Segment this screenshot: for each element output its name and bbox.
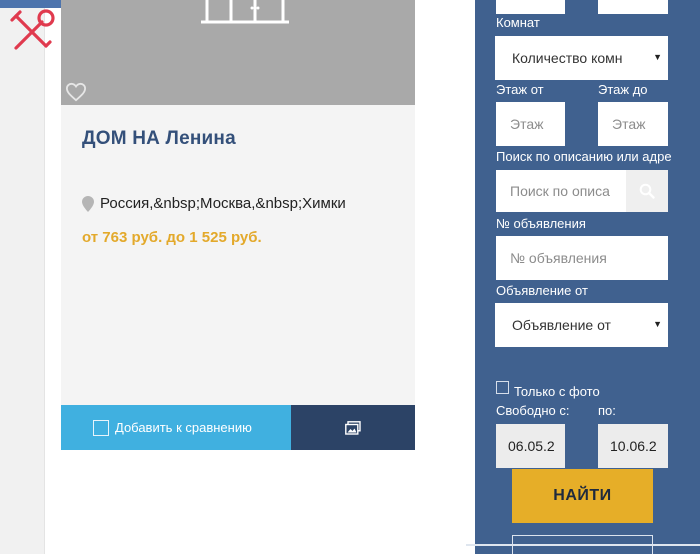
ad-from-select[interactable]: Объявление от ▼: [495, 303, 668, 347]
listing-location: Россия,&nbsp;Москва,&nbsp;Химки: [82, 195, 346, 212]
chevron-down-icon: ▼: [653, 52, 662, 62]
left-strip: [0, 0, 45, 554]
listing-title[interactable]: ДОМ НА Ленина: [82, 128, 236, 150]
search-icon: [639, 183, 655, 199]
photo-only-checkbox[interactable]: [496, 381, 509, 394]
add-to-compare-button[interactable]: Добавить к сравнению: [61, 405, 291, 450]
floor-from-placeholder: Этаж: [510, 116, 544, 132]
location-text: Россия,&nbsp;Москва,&nbsp;Химки: [100, 195, 346, 212]
floor-to-placeholder: Этаж: [612, 116, 646, 132]
ad-number-input[interactable]: № объявления: [496, 236, 668, 280]
floor-from-label: Этаж от: [496, 82, 544, 97]
heart-icon[interactable]: [65, 82, 87, 102]
rooms-label: Комнат: [496, 15, 540, 30]
ad-from-label: Объявление от: [496, 283, 588, 298]
find-button[interactable]: НАЙТИ: [512, 469, 653, 523]
description-search-label: Поиск по описанию или адре: [496, 149, 672, 164]
date-to-value: 10.06.2: [610, 438, 657, 454]
ad-number-placeholder: № объявления: [510, 250, 607, 266]
secondary-button[interactable]: [512, 535, 653, 554]
listing-price: от 763 руб. до 1 525 руб.: [82, 229, 262, 246]
listing-photo[interactable]: [61, 0, 415, 105]
ad-number-label: № объявления: [496, 216, 586, 231]
rooms-select-value: Количество комн: [512, 50, 623, 66]
gallery-button[interactable]: [291, 405, 415, 450]
card-actions: Добавить к сравнению: [61, 405, 415, 450]
date-from-input[interactable]: 06.05.2: [496, 424, 565, 468]
photo-only-label: Только с фото: [514, 384, 600, 399]
chevron-down-icon: ▼: [653, 319, 662, 329]
compare-label: Добавить к сравнению: [115, 420, 252, 435]
price-to-field[interactable]: [598, 0, 668, 14]
shelf-graphic: [201, 0, 289, 24]
search-button[interactable]: [626, 170, 668, 212]
date-from-value: 06.05.2: [508, 438, 555, 454]
page: ДОМ НА Ленина Россия,&nbsp;Москва,&nbsp;…: [0, 0, 700, 554]
description-search-placeholder: Поиск по описа: [510, 183, 610, 199]
tools-icon[interactable]: [6, 6, 58, 58]
map-pin-icon: [82, 195, 94, 212]
description-search-input[interactable]: Поиск по описа: [496, 170, 627, 212]
listing-card: ДОМ НА Ленина Россия,&nbsp;Москва,&nbsp;…: [61, 0, 415, 450]
rooms-select[interactable]: Количество комн ▼: [495, 36, 668, 80]
floor-from-input[interactable]: Этаж: [496, 102, 565, 146]
compare-checkbox[interactable]: [93, 419, 109, 436]
free-from-label: Свободно с:: [496, 403, 570, 418]
free-to-label: по:: [598, 403, 616, 418]
floor-to-input[interactable]: Этаж: [598, 102, 668, 146]
date-to-input[interactable]: 10.06.2: [598, 424, 668, 468]
ad-from-select-value: Объявление от: [512, 317, 611, 333]
gallery-icon: [345, 420, 361, 435]
price-from-field[interactable]: [496, 0, 565, 14]
floor-to-label: Этаж до: [598, 82, 648, 97]
